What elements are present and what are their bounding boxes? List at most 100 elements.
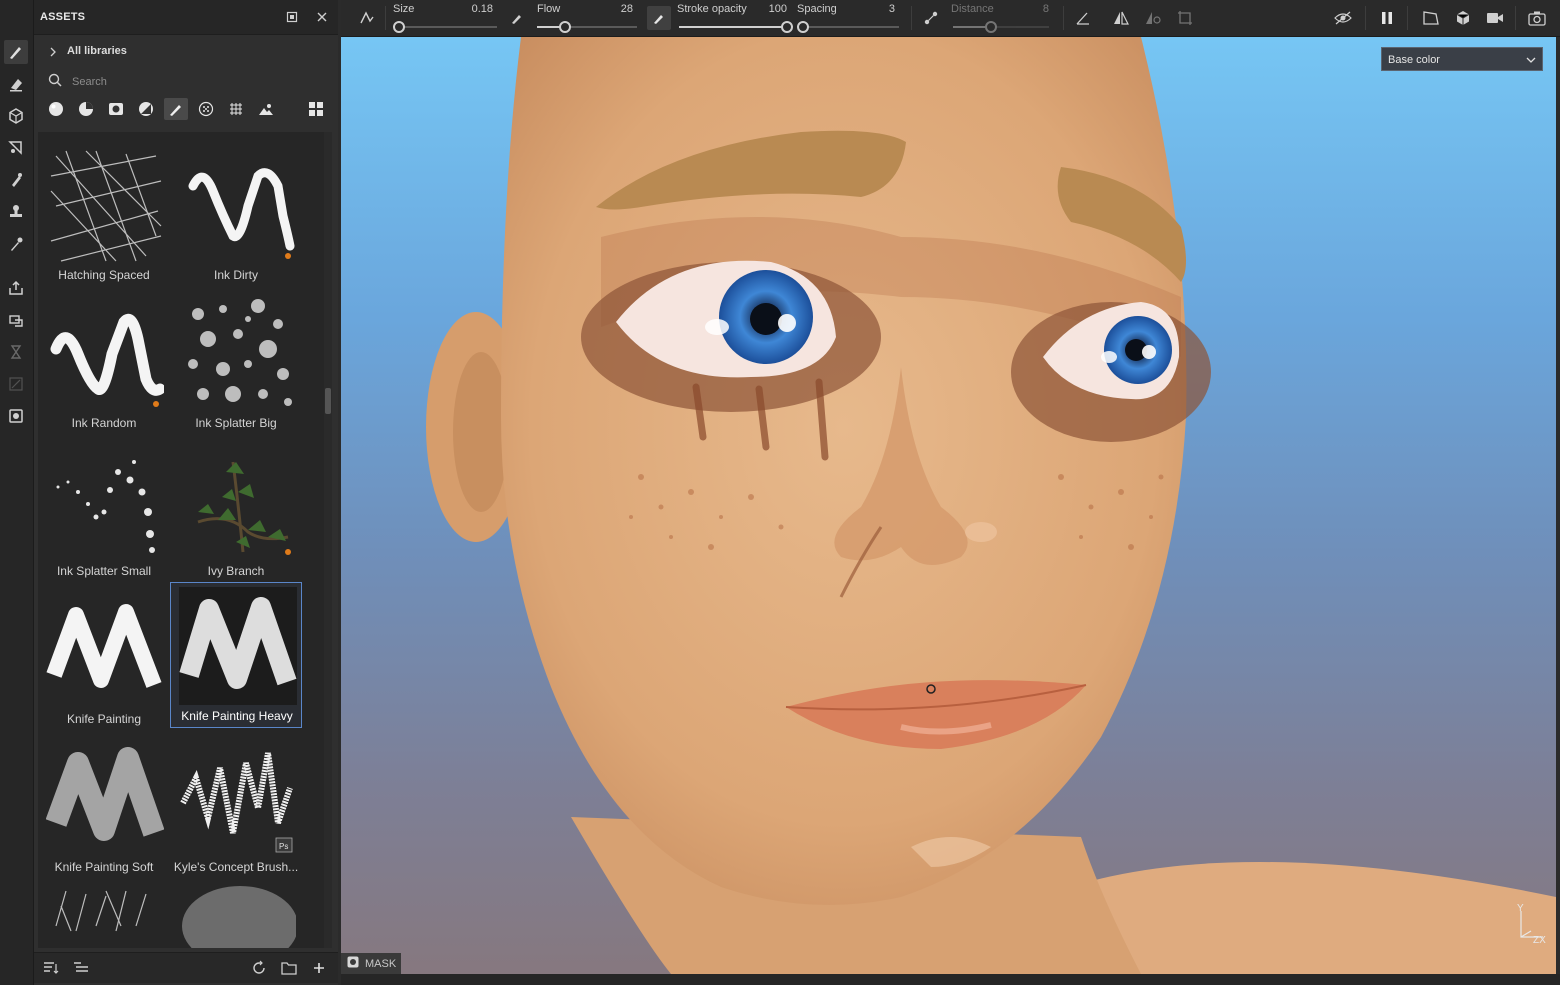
asset-item-knife-painting-soft[interactable]: Knife Painting Soft — [38, 734, 170, 880]
float-panel-icon[interactable] — [284, 9, 300, 25]
filter-brushes[interactable] — [164, 98, 188, 120]
close-icon[interactable] — [314, 9, 330, 25]
display-tool[interactable] — [4, 404, 28, 428]
asset-filter-bar — [40, 96, 332, 122]
assets-scrollbar[interactable] — [324, 132, 332, 948]
pause-icon[interactable] — [1377, 8, 1397, 28]
link-icon — [9, 377, 23, 391]
filter-list-icon[interactable] — [72, 959, 90, 977]
smart-material-icon — [79, 102, 93, 116]
asset-item-knife-painting[interactable]: Knife Painting — [38, 586, 170, 732]
link-tool[interactable] — [4, 372, 28, 396]
spacing-slider[interactable] — [797, 21, 899, 33]
projection-tool[interactable] — [4, 104, 28, 128]
angle-icon[interactable] — [1073, 8, 1093, 28]
uv-view-icon[interactable] — [1421, 8, 1441, 28]
folder-icon[interactable] — [280, 959, 298, 977]
asset-label: Knife Painting Heavy — [181, 709, 293, 723]
filter-masks[interactable] — [104, 98, 128, 120]
flow-slider[interactable] — [537, 21, 637, 33]
sort-icon[interactable] — [42, 959, 60, 977]
lazy-mouse-icon[interactable] — [921, 8, 941, 28]
axis-zx-label: ZX — [1533, 935, 1546, 946]
asset-item-hatching-spaced[interactable]: Hatching Spaced — [38, 142, 170, 288]
add-icon[interactable] — [310, 959, 328, 977]
slider-knob[interactable] — [797, 21, 809, 33]
camera-video-icon[interactable] — [1485, 8, 1505, 28]
asset-label: Ivy Branch — [207, 564, 265, 578]
asset-label: Knife Painting Soft — [54, 860, 154, 874]
channel-select[interactable]: Base color — [1381, 47, 1543, 71]
spacing-value[interactable]: 3 — [863, 3, 895, 15]
hide-icon[interactable] — [1333, 8, 1353, 28]
3d-viewport[interactable]: Base color MASK Y ZX — [341, 37, 1556, 974]
eraser-tool[interactable] — [4, 72, 28, 96]
asset-thumbnail — [182, 886, 296, 948]
asset-thumbnail — [179, 587, 297, 705]
stroke-opacity-value[interactable]: 100 — [755, 3, 787, 15]
size-value[interactable]: 0.18 — [461, 3, 493, 15]
grid-view-icon — [309, 102, 323, 116]
slider-knob[interactable] — [393, 21, 405, 33]
asset-item-partial[interactable] — [38, 882, 170, 948]
filter-particles[interactable] — [194, 98, 218, 120]
size-slider[interactable] — [393, 21, 497, 33]
flow-value[interactable]: 28 — [601, 3, 633, 15]
filter-generators[interactable] — [134, 98, 158, 120]
asset-label: Hatching Spaced — [58, 268, 150, 282]
texture-grid-icon — [230, 103, 242, 115]
opacity-toggle-icon[interactable] — [647, 6, 671, 30]
refresh-icon[interactable] — [250, 959, 268, 977]
asset-item-ink-splatter-big[interactable]: Ink Splatter Big — [170, 290, 302, 436]
asset-item-ink-random[interactable]: Ink Random — [38, 290, 170, 436]
bake-tool[interactable] — [4, 308, 28, 332]
hourglass-tool[interactable] — [4, 340, 28, 364]
mask-toggle[interactable]: MASK — [341, 953, 401, 974]
symmetry-settings-icon[interactable] — [1143, 8, 1163, 28]
libraries-breadcrumb[interactable]: All libraries — [34, 40, 338, 64]
search-icon — [48, 73, 62, 92]
eyedropper-icon — [11, 237, 23, 251]
filter-textures[interactable] — [224, 98, 248, 120]
filter-materials[interactable] — [44, 98, 68, 120]
stroke-settings-icon[interactable] — [357, 8, 377, 28]
asset-item-ivy-branch[interactable]: Ivy Branch — [170, 438, 302, 584]
color-picker-tool[interactable] — [4, 232, 28, 256]
filter-environments[interactable] — [254, 98, 278, 120]
distance-value[interactable]: 8 — [1017, 3, 1049, 15]
ear-inner — [453, 352, 509, 512]
slider-knob[interactable] — [781, 21, 793, 33]
filter-smart-materials[interactable] — [74, 98, 98, 120]
asset-item-knife-painting-heavy[interactable]: Knife Painting Heavy — [170, 582, 302, 728]
display-icon — [9, 409, 23, 423]
polygon-fill-tool[interactable] — [4, 136, 28, 160]
mask-icon — [347, 955, 359, 973]
distance-label: Distance — [951, 3, 994, 15]
scroll-thumb[interactable] — [325, 388, 331, 414]
view-mode-grid[interactable] — [304, 98, 328, 120]
asset-item-ink-dirty[interactable]: Ink Dirty — [170, 142, 302, 288]
clone-tool[interactable] — [4, 200, 28, 224]
asset-item-ink-splatter-small[interactable]: Ink Splatter Small — [38, 438, 170, 584]
smudge-tool[interactable] — [4, 168, 28, 192]
generator-icon — [139, 102, 153, 116]
brush-badge-icon — [285, 253, 291, 259]
paint-brush-tool[interactable] — [4, 40, 28, 64]
tool-strip — [0, 0, 34, 985]
asset-item-partial[interactable] — [170, 882, 302, 948]
slider-knob[interactable] — [559, 21, 571, 33]
distance-slider[interactable] — [953, 21, 1049, 33]
export-tool[interactable] — [4, 276, 28, 300]
3d-view-icon[interactable] — [1453, 8, 1473, 28]
asset-item-kyles-concept-brush[interactable]: Ps Kyle's Concept Brush... — [170, 734, 302, 880]
environment-icon — [259, 104, 273, 115]
search-input[interactable] — [70, 73, 324, 91]
screenshot-camera-icon[interactable] — [1527, 8, 1547, 28]
stroke-opacity-slider[interactable] — [679, 21, 793, 33]
spacing-label: Spacing — [797, 3, 837, 15]
slider-knob[interactable] — [985, 21, 998, 33]
brush-tip-icon[interactable] — [507, 8, 527, 28]
symmetry-icon[interactable] — [1111, 8, 1131, 28]
polygon-fill-icon — [8, 141, 22, 155]
transform-icon[interactable] — [1175, 8, 1195, 28]
